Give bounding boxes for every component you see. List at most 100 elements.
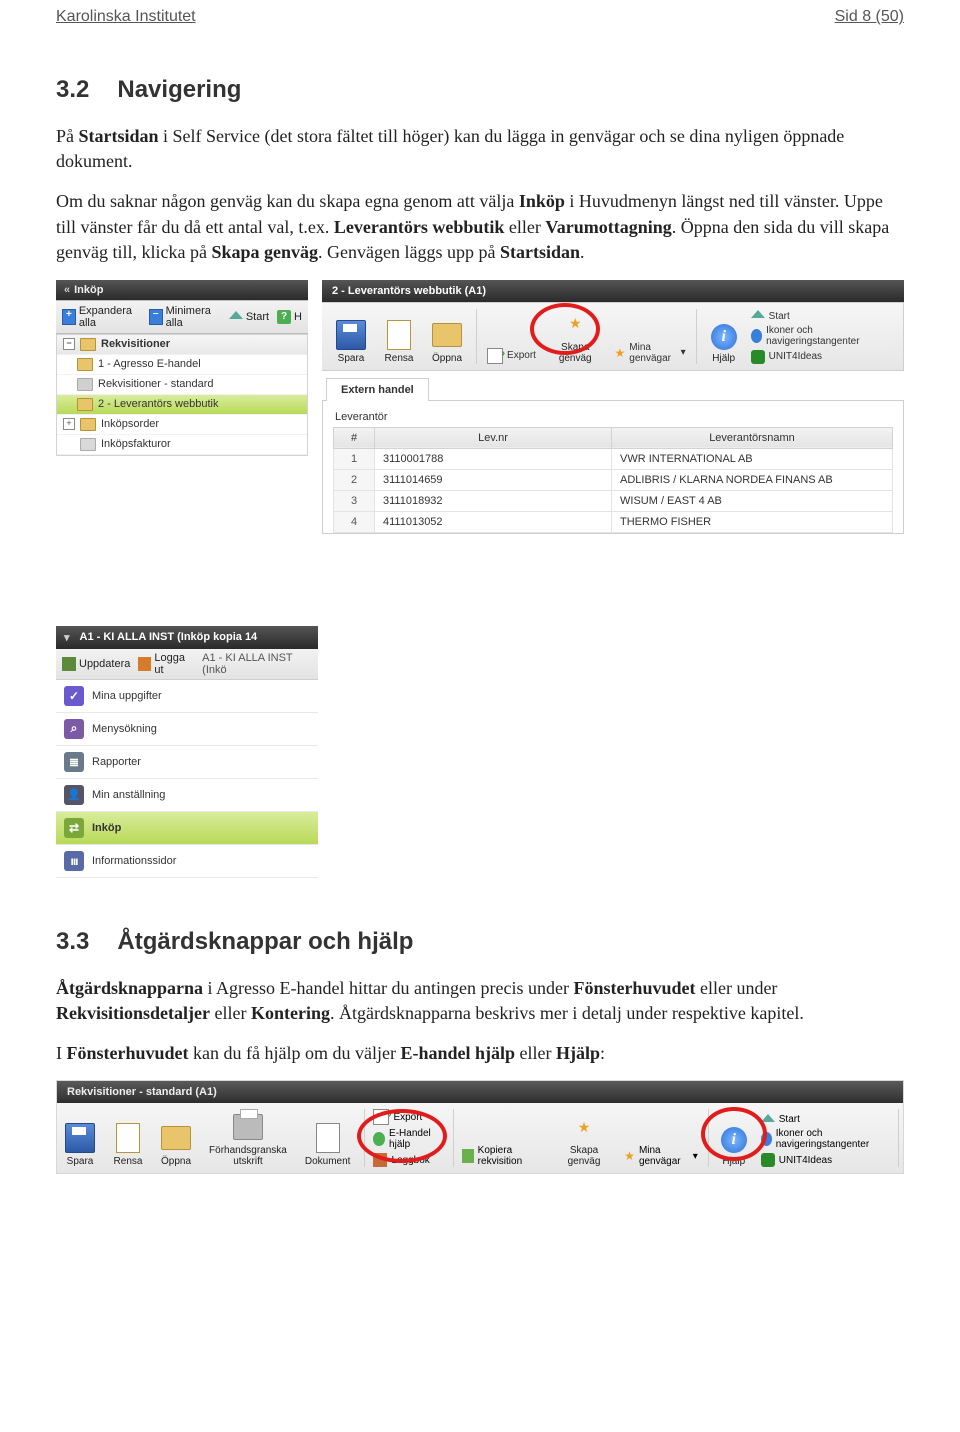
my-shortcuts-button[interactable]: ★Mina genvägar▾ bbox=[615, 342, 686, 364]
star-icon: ★ bbox=[624, 1149, 635, 1163]
ribbon-bottom: Spara Rensa Öppna Förhandsgranska utskri… bbox=[57, 1103, 903, 1173]
sidebar-item-min-anstallning[interactable]: Min anställning bbox=[56, 779, 318, 812]
dokument-button[interactable]: Dokument bbox=[301, 1123, 355, 1167]
start-button[interactable]: Start bbox=[229, 311, 269, 323]
section-3-2-heading: 3.2Navigering bbox=[56, 76, 904, 104]
sidebar-item-inkop[interactable]: Inköp bbox=[56, 812, 318, 845]
section-title: Åtgärdsknappar och hjälp bbox=[117, 928, 413, 955]
tree-group-inkopsfakturor[interactable]: Inköpsfakturor bbox=[57, 435, 307, 455]
chevron-down-icon: ▾ bbox=[693, 1151, 698, 1162]
table-row[interactable]: 13110001788VWR INTERNATIONAL AB bbox=[334, 448, 893, 469]
main-menu-sidebar: A1 - KI ALLA INST (Inköp kopia 14 Uppdat… bbox=[56, 626, 318, 878]
save-icon bbox=[336, 320, 366, 350]
screenshot-navigering: Inköp Expandera alla Minimera alla Start… bbox=[56, 280, 904, 878]
collapse-icon: − bbox=[63, 338, 75, 350]
left-toolbar: Expandera alla Minimera alla Start ?H bbox=[56, 300, 308, 334]
transfer-icon bbox=[64, 818, 84, 838]
context-path: A1 - KI ALLA INST (Inkö bbox=[202, 652, 312, 676]
folder-icon bbox=[80, 418, 96, 431]
help-icon: ? bbox=[277, 310, 291, 324]
create-shortcut-button[interactable]: ★Skapa genväg bbox=[546, 309, 605, 364]
folder-icon bbox=[80, 338, 96, 351]
icons-nav-keys-link[interactable]: Ikoner och navigeringstangenter bbox=[751, 325, 883, 347]
help-button[interactable]: iHjälp bbox=[707, 324, 741, 364]
export-button[interactable]: Export bbox=[487, 348, 536, 364]
section-number: 3.2 bbox=[56, 76, 89, 104]
page-icon bbox=[77, 378, 93, 391]
sidebar-item-rapporter[interactable]: Rapporter bbox=[56, 746, 318, 779]
kopiera-rekv-button[interactable]: Kopiera rekvisition bbox=[462, 1145, 544, 1167]
unit4-icon bbox=[751, 350, 765, 364]
sec32-p2: Om du saknar någon genväg kan du skapa e… bbox=[56, 189, 904, 266]
folder-open-icon bbox=[161, 1126, 191, 1150]
sec33-p1: Åtgärdsknapparna i Agresso E-handel hitt… bbox=[56, 976, 904, 1027]
sec32-p1: På Startsidan i Self Service (det stora … bbox=[56, 124, 904, 175]
col-idx[interactable]: # bbox=[334, 427, 375, 448]
table-group-label: Leverantör bbox=[335, 411, 893, 423]
expand-all-button[interactable]: Expandera alla bbox=[62, 305, 141, 329]
star-plus-icon: ★ bbox=[569, 315, 582, 332]
person-icon bbox=[64, 785, 84, 805]
page-icon bbox=[387, 320, 411, 350]
plus-icon bbox=[62, 309, 76, 325]
home-icon bbox=[751, 310, 765, 318]
sidebar-item-infosidor[interactable]: Informationssidor bbox=[56, 845, 318, 878]
tab-extern-handel[interactable]: Extern handel bbox=[326, 378, 429, 401]
printer-icon bbox=[233, 1114, 263, 1140]
star-icon: ★ bbox=[615, 346, 626, 360]
sec33-p2: I Fönsterhuvudet kan du få hjälp om du v… bbox=[56, 1041, 904, 1067]
folder-icon bbox=[77, 398, 93, 411]
tree-item-rekv-standard[interactable]: Rekvisitioner - standard bbox=[57, 375, 307, 395]
icons-nav-keys-link[interactable]: Ikoner och navigeringstangenter bbox=[761, 1128, 888, 1150]
export-icon bbox=[487, 348, 503, 364]
highlight-ring-ehelp bbox=[357, 1109, 447, 1163]
logga-ut-button[interactable]: Logga ut bbox=[138, 652, 194, 676]
ribbon-toolbar: Spara Rensa Öppna Export ★Skapa genväg ★… bbox=[322, 302, 904, 371]
copy-icon bbox=[462, 1149, 473, 1163]
table-row[interactable]: 33111018932WISUM / EAST 4 AB bbox=[334, 490, 893, 511]
sidebar-item-menysokning[interactable]: Menysökning bbox=[56, 713, 318, 746]
open-button[interactable]: Öppna bbox=[157, 1123, 195, 1167]
tree-item-agresso[interactable]: 1 - Agresso E-handel bbox=[57, 355, 307, 375]
document-icon bbox=[316, 1123, 340, 1153]
unit4ideas-link[interactable]: UNIT4Ideas bbox=[751, 350, 883, 364]
table-row[interactable]: 44111013052THERMO FISHER bbox=[334, 511, 893, 532]
table-row[interactable]: 23111014659ADLIBRIS / KLARNA NORDEA FINA… bbox=[334, 469, 893, 490]
save-button[interactable]: Spara bbox=[332, 320, 370, 364]
doc-header-right: Sid 8 (50) bbox=[835, 8, 904, 26]
home-icon bbox=[229, 311, 243, 319]
save-button[interactable]: Spara bbox=[61, 1123, 99, 1167]
collapse-all-button[interactable]: Minimera alla bbox=[149, 305, 221, 329]
star-plus-icon: ★ bbox=[578, 1119, 591, 1136]
clear-button[interactable]: Rensa bbox=[380, 320, 418, 364]
open-button[interactable]: Öppna bbox=[428, 320, 466, 364]
tree-group-rekvisitioner[interactable]: −Rekvisitioner bbox=[57, 335, 307, 355]
start-link[interactable]: Start bbox=[761, 1114, 888, 1125]
report-icon bbox=[64, 752, 84, 772]
section-3-3-heading: 3.3Åtgärdsknappar och hjälp bbox=[56, 928, 904, 956]
search-icon bbox=[64, 719, 84, 739]
left-panel-title: Inköp bbox=[56, 280, 308, 300]
start-link[interactable]: Start bbox=[751, 311, 883, 322]
chevron-down-icon bbox=[64, 631, 74, 644]
folder-icon bbox=[80, 438, 96, 451]
info-icon: i bbox=[711, 324, 737, 350]
mina-genvagar-button[interactable]: ★Mina genvägar▾ bbox=[624, 1145, 698, 1167]
page-icon bbox=[116, 1123, 140, 1153]
help-mini-button[interactable]: ?H bbox=[277, 310, 302, 324]
tree-item-lev-webbutik[interactable]: 2 - Leverantörs webbutik bbox=[57, 395, 307, 415]
col-levnr[interactable]: Lev.nr bbox=[375, 427, 612, 448]
sidebar-item-mina-uppgifter[interactable]: Mina uppgifter bbox=[56, 680, 318, 713]
uppdatera-button[interactable]: Uppdatera bbox=[62, 657, 130, 671]
unit4-icon bbox=[761, 1153, 775, 1167]
col-levnamn[interactable]: Leverantörsnamn bbox=[612, 427, 893, 448]
leverantor-table: # Lev.nr Leverantörsnamn 13110001788VWR … bbox=[333, 427, 893, 533]
clear-button[interactable]: Rensa bbox=[109, 1123, 147, 1167]
print-preview-button[interactable]: Förhandsgranska utskrift bbox=[205, 1112, 291, 1167]
screenshot-ribbon: Rekvisitioner - standard (A1) Spara Rens… bbox=[56, 1080, 904, 1174]
tree-group-inkopsorder[interactable]: +Inköpsorder bbox=[57, 415, 307, 435]
logout-icon bbox=[138, 657, 151, 671]
skapa-genvag-button[interactable]: ★Skapa genväg bbox=[554, 1112, 614, 1167]
unit4ideas-link[interactable]: UNIT4Ideas bbox=[761, 1153, 888, 1167]
sidebar-title: A1 - KI ALLA INST (Inköp kopia 14 bbox=[56, 626, 318, 649]
